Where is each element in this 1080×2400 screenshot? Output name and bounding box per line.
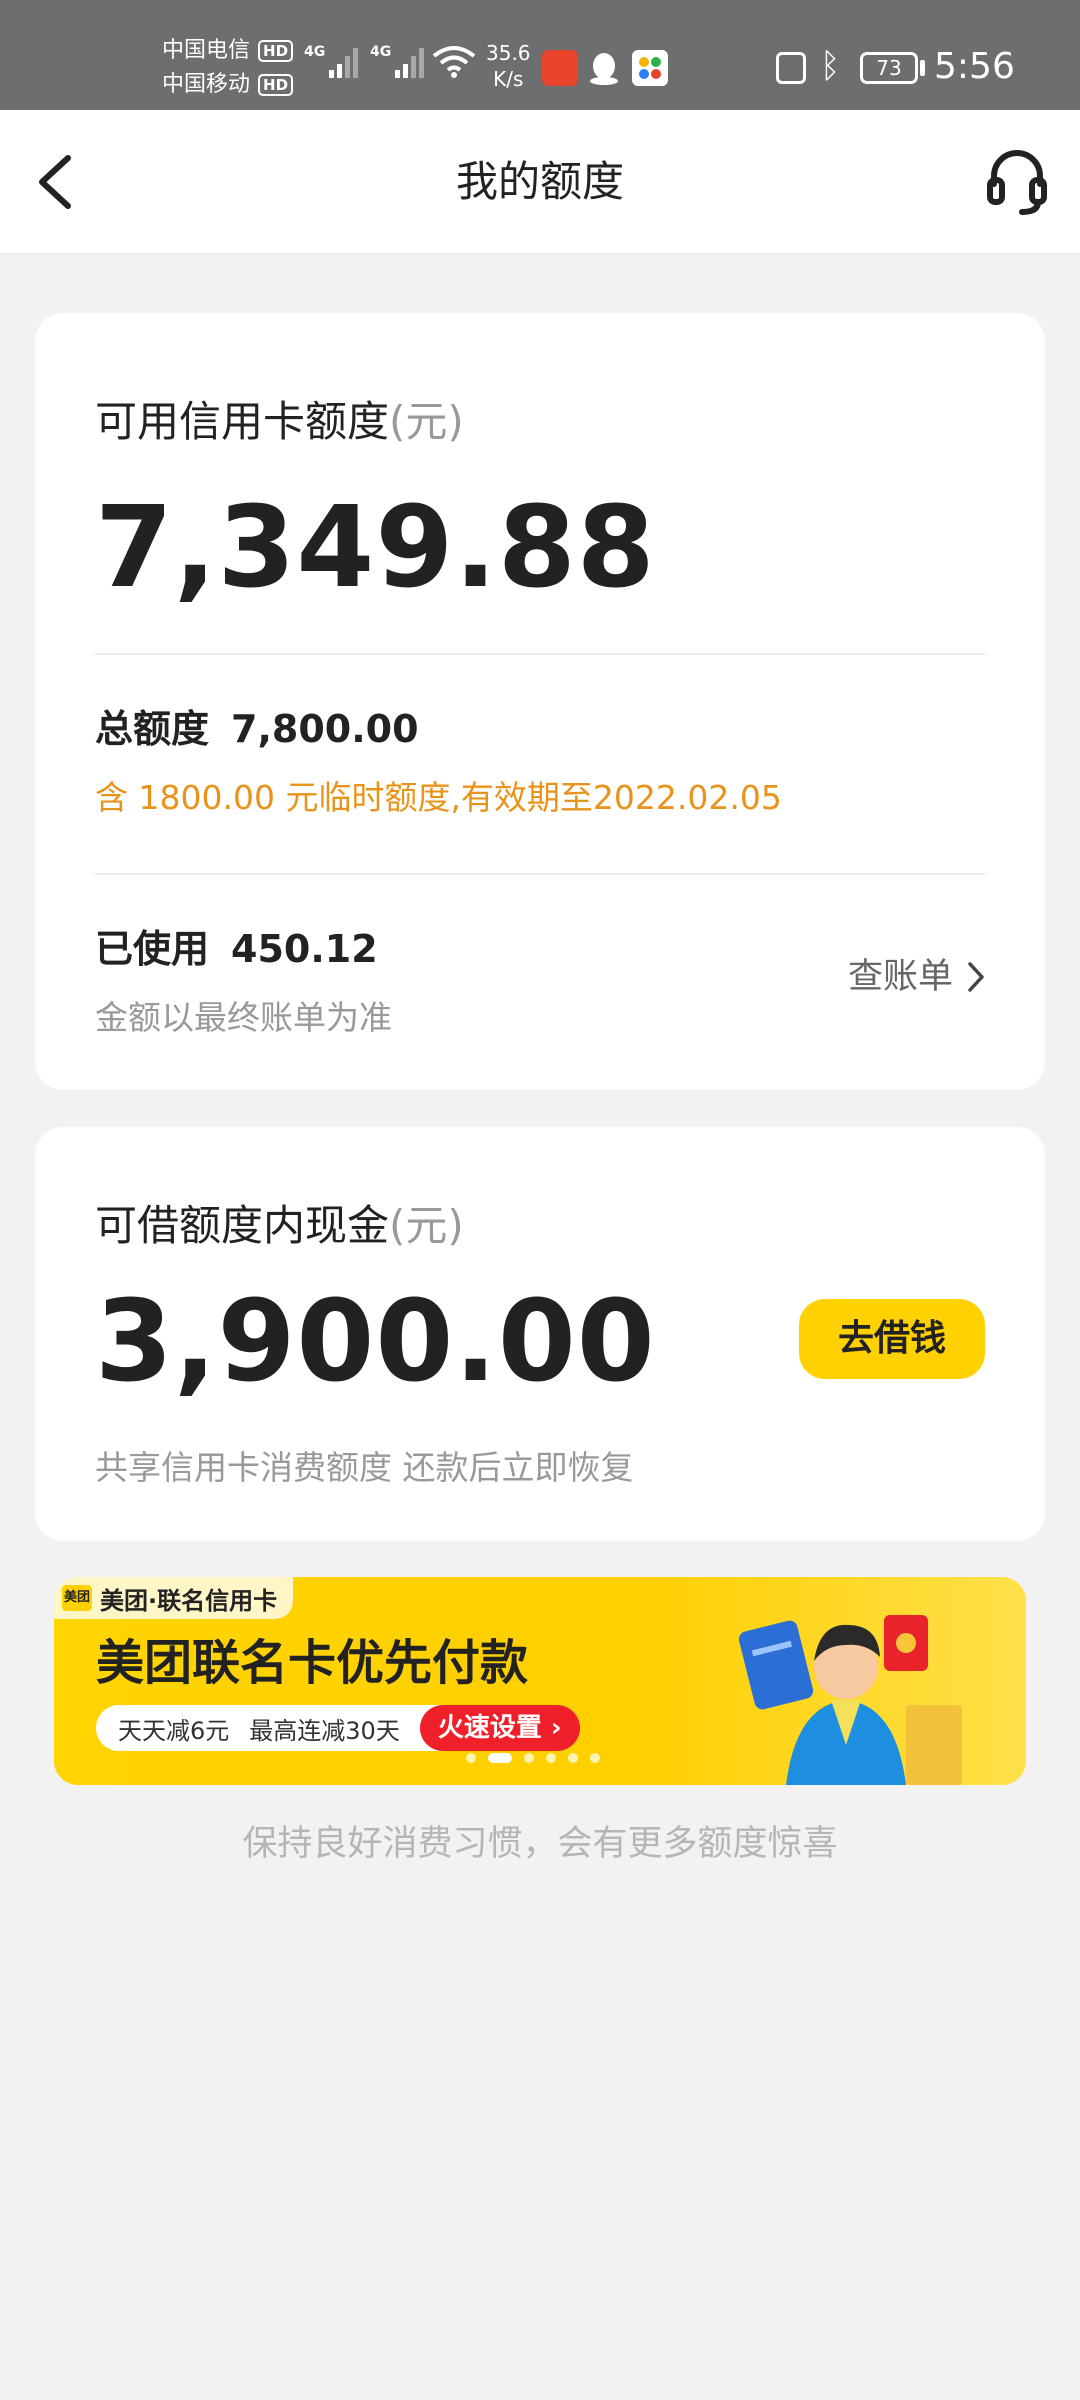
temporary-quota-note: 含 1800.00 元临时额度,有效期至2022.02.05 — [95, 778, 782, 817]
promo-illustration-icon — [738, 1615, 962, 1785]
app-header: 我的额度 — [0, 110, 1080, 254]
banner-title: 美团联名卡优先付款 — [96, 1635, 529, 1691]
banner-pill-text: 最高连减30天 — [249, 1716, 400, 1745]
borrow-button[interactable]: 去借钱 — [799, 1299, 985, 1379]
used-row: 已使用 450.12 — [95, 923, 378, 975]
total-quota-row: 总额度 7,800.00 — [95, 703, 419, 755]
carousel-dot — [568, 1753, 578, 1763]
notification-app-icon — [542, 50, 578, 86]
divider — [95, 873, 985, 875]
carousel-dot — [546, 1753, 556, 1763]
app-icon — [632, 50, 668, 86]
clock: 5:56 — [934, 46, 1015, 87]
carousel-indicator — [466, 1753, 600, 1763]
banner-tag-text: 美团·联名信用卡 — [100, 1586, 278, 1615]
available-credit-label-text: 可用信用卡额度 — [95, 397, 390, 446]
wifi-icon — [432, 46, 476, 78]
banner-pill: 天天减6元 最高连减30天 火速设置 › — [96, 1705, 580, 1751]
carrier-2: 中国移动 — [162, 72, 251, 97]
cash-label: 可借额度内现金(元) — [95, 1197, 464, 1255]
promo-banner[interactable]: 美团 美团·联名信用卡 美团联名卡优先付款 天天减6元 最高连减30天 火速设置… — [54, 1577, 1026, 1785]
cash-quota-card: 可借额度内现金(元) 3,900.00 去借钱 共享信用卡消费额度 还款后立即恢… — [35, 1127, 1045, 1541]
used-note: 金额以最终账单为准 — [95, 998, 392, 1037]
carousel-dot — [488, 1753, 512, 1763]
used-label: 已使用 — [95, 927, 210, 971]
cash-value: 3,900.00 — [95, 1277, 656, 1407]
battery-tip — [920, 60, 925, 76]
page-title: 我的额度 — [455, 157, 624, 206]
network-speed: 35.6 K/s — [486, 40, 531, 92]
credit-quota-card: 可用信用卡额度(元) 7,349.88 总额度 7,800.00 含 1800.0… — [35, 313, 1045, 1090]
view-bill-link[interactable]: 查账单 — [848, 953, 985, 1001]
banner-pill-text: 天天减6元 — [118, 1716, 230, 1745]
speed-unit: K/s — [493, 67, 524, 91]
total-quota-value: 7,800.00 — [231, 707, 419, 751]
total-quota-label: 总额度 — [95, 707, 210, 751]
battery-icon: 73 — [860, 52, 918, 84]
nfc-icon — [776, 52, 806, 84]
carousel-dot — [524, 1753, 534, 1763]
carrier-1: 中国电信 — [162, 38, 251, 63]
available-credit-value: 7,349.88 — [95, 483, 656, 613]
unit-label: (元) — [389, 1201, 464, 1250]
network-type: 4G — [304, 44, 326, 60]
signal-icon: 4G — [304, 44, 359, 78]
cash-note: 共享信用卡消费额度 还款后立即恢复 — [95, 1448, 634, 1487]
banner-cta-button[interactable]: 火速设置 › — [419, 1705, 580, 1751]
network-type: 4G — [370, 44, 392, 60]
banner-tag: 美团 美团·联名信用卡 — [54, 1577, 294, 1619]
divider — [95, 653, 985, 655]
carousel-dot — [466, 1753, 476, 1763]
hd-badge: HD — [258, 74, 294, 96]
meituan-logo-icon: 美团 — [62, 1585, 92, 1611]
carrier-info: 中国电信 HD 中国移动 HD — [162, 34, 294, 102]
signal-icon: 4G — [370, 44, 425, 78]
chevron-right-icon — [968, 962, 984, 992]
used-value: 450.12 — [231, 927, 378, 971]
status-bar: 中国电信 HD 中国移动 HD 4G 4G 35.6 K/s ᛒ 73 5:56 — [0, 0, 1080, 110]
customer-service-icon[interactable] — [984, 146, 1050, 218]
hd-badge: HD — [258, 40, 294, 62]
speed-value: 35.6 — [486, 41, 531, 65]
cash-label-text: 可借额度内现金 — [95, 1201, 390, 1250]
view-bill-label: 查账单 — [847, 957, 953, 997]
available-credit-label: 可用信用卡额度(元) — [95, 393, 464, 451]
unit-label: (元) — [389, 397, 464, 446]
carousel-dot — [590, 1753, 600, 1763]
footer-tip: 保持良好消费习惯，会有更多额度惊喜 — [242, 1824, 838, 1864]
qq-icon — [590, 53, 618, 85]
bluetooth-icon: ᛒ — [820, 46, 841, 86]
